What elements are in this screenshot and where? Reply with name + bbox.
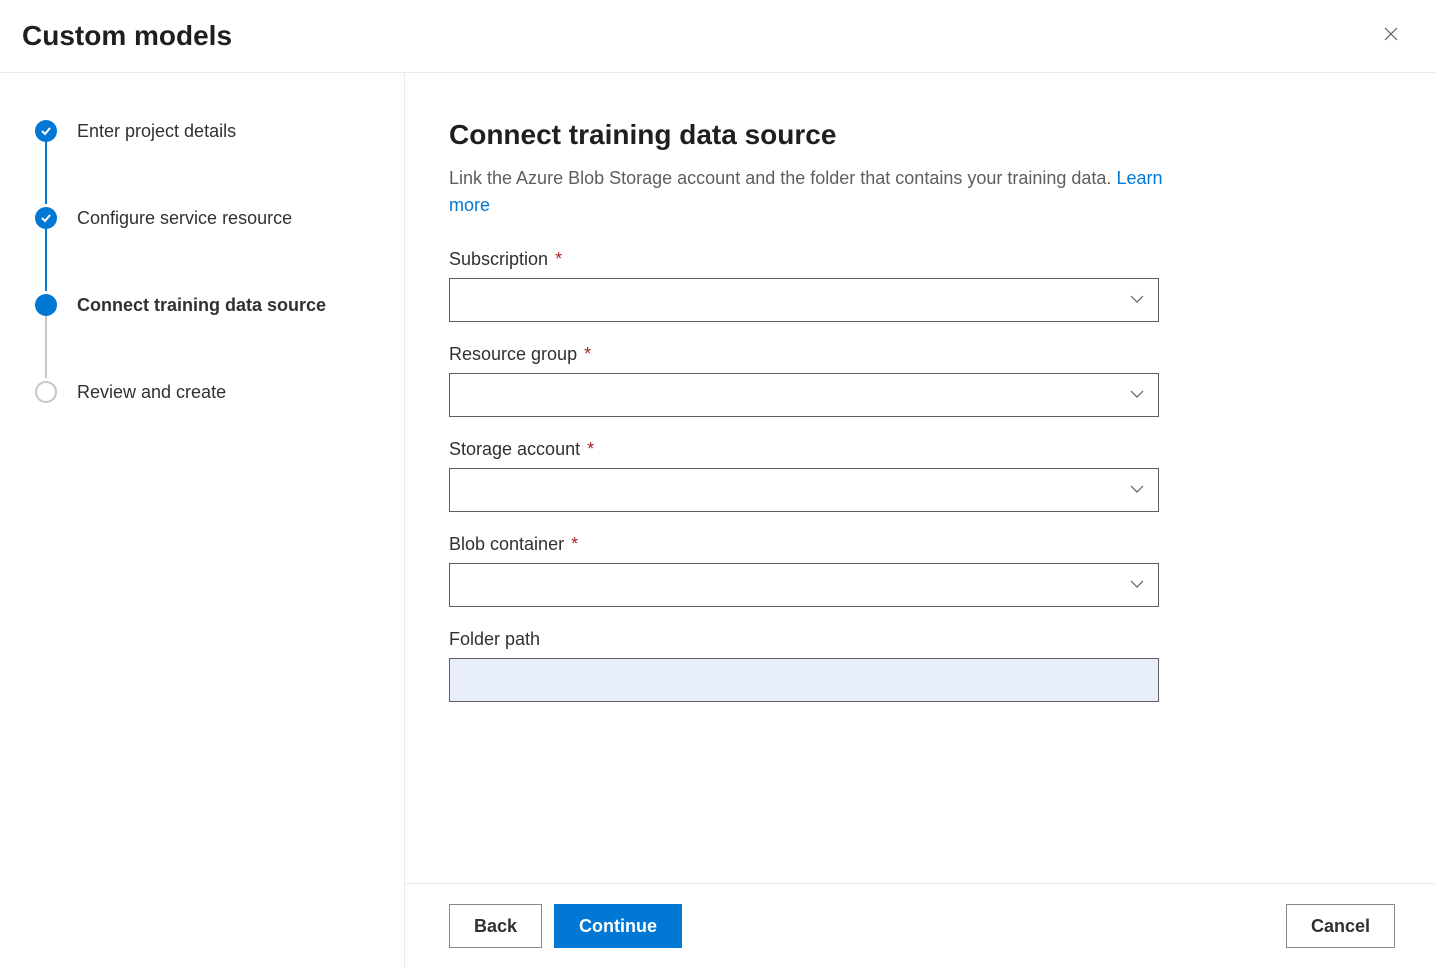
wizard-footer: Back Continue Cancel: [405, 883, 1435, 968]
blob-container-label: Blob container *: [449, 534, 1159, 555]
dialog-header: Custom models: [0, 0, 1435, 73]
folder-path-input[interactable]: [449, 658, 1159, 702]
folder-path-label: Folder path: [449, 629, 1159, 650]
step-enter-project-details[interactable]: Enter project details: [35, 119, 384, 143]
blob-container-dropdown[interactable]: [449, 563, 1159, 607]
subscription-label: Subscription *: [449, 249, 1159, 270]
storage-account-label: Storage account *: [449, 439, 1159, 460]
subscription-dropdown[interactable]: [449, 278, 1159, 322]
close-icon: [1384, 27, 1398, 46]
step-configure-service-resource[interactable]: Configure service resource: [35, 206, 384, 230]
wizard-stepper: Enter project details Configure service …: [0, 73, 405, 968]
storage-account-dropdown[interactable]: [449, 468, 1159, 512]
step-label: Connect training data source: [77, 295, 326, 316]
chevron-down-icon: [1130, 386, 1144, 404]
step-label: Configure service resource: [77, 208, 292, 229]
check-icon: [35, 207, 57, 229]
step-connect-training-data-source[interactable]: Connect training data source: [35, 293, 384, 317]
step-label: Review and create: [77, 382, 226, 403]
close-button[interactable]: [1375, 20, 1407, 52]
page-heading: Connect training data source: [449, 119, 1395, 151]
form-panel: Connect training data source Link the Az…: [405, 73, 1435, 883]
continue-button[interactable]: Continue: [554, 904, 682, 948]
chevron-down-icon: [1130, 291, 1144, 309]
upcoming-step-icon: [35, 381, 57, 403]
chevron-down-icon: [1130, 576, 1144, 594]
check-icon: [35, 120, 57, 142]
resource-group-dropdown[interactable]: [449, 373, 1159, 417]
cancel-button[interactable]: Cancel: [1286, 904, 1395, 948]
resource-group-label: Resource group *: [449, 344, 1159, 365]
step-review-and-create[interactable]: Review and create: [35, 380, 384, 404]
dialog-title: Custom models: [22, 20, 232, 52]
step-label: Enter project details: [77, 121, 236, 142]
chevron-down-icon: [1130, 481, 1144, 499]
current-step-icon: [35, 294, 57, 316]
back-button[interactable]: Back: [449, 904, 542, 948]
page-description: Link the Azure Blob Storage account and …: [449, 165, 1169, 219]
